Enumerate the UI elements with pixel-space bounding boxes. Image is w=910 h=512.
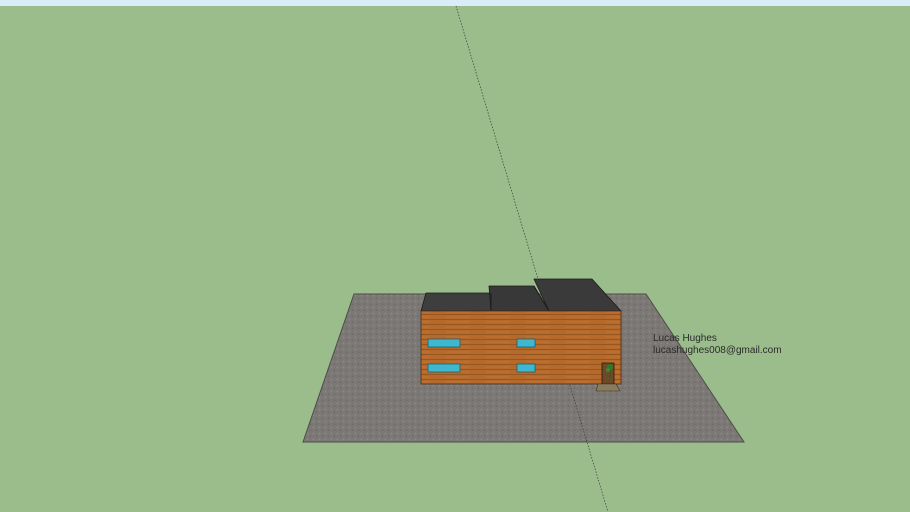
roof-left[interactable] — [420, 292, 498, 312]
author-name: Lucas Hughes — [653, 333, 717, 344]
window[interactable] — [516, 363, 536, 373]
window[interactable] — [427, 363, 461, 373]
3d-viewport[interactable] — [0, 0, 910, 512]
building-wall[interactable] — [420, 310, 622, 385]
doorstep[interactable] — [595, 383, 621, 392]
author-label: Lucas Hughes lucashughes008@gmail.com — [653, 333, 782, 357]
author-email: lucashughes008@gmail.com — [653, 345, 782, 356]
window[interactable] — [427, 338, 461, 348]
window[interactable] — [516, 338, 536, 348]
